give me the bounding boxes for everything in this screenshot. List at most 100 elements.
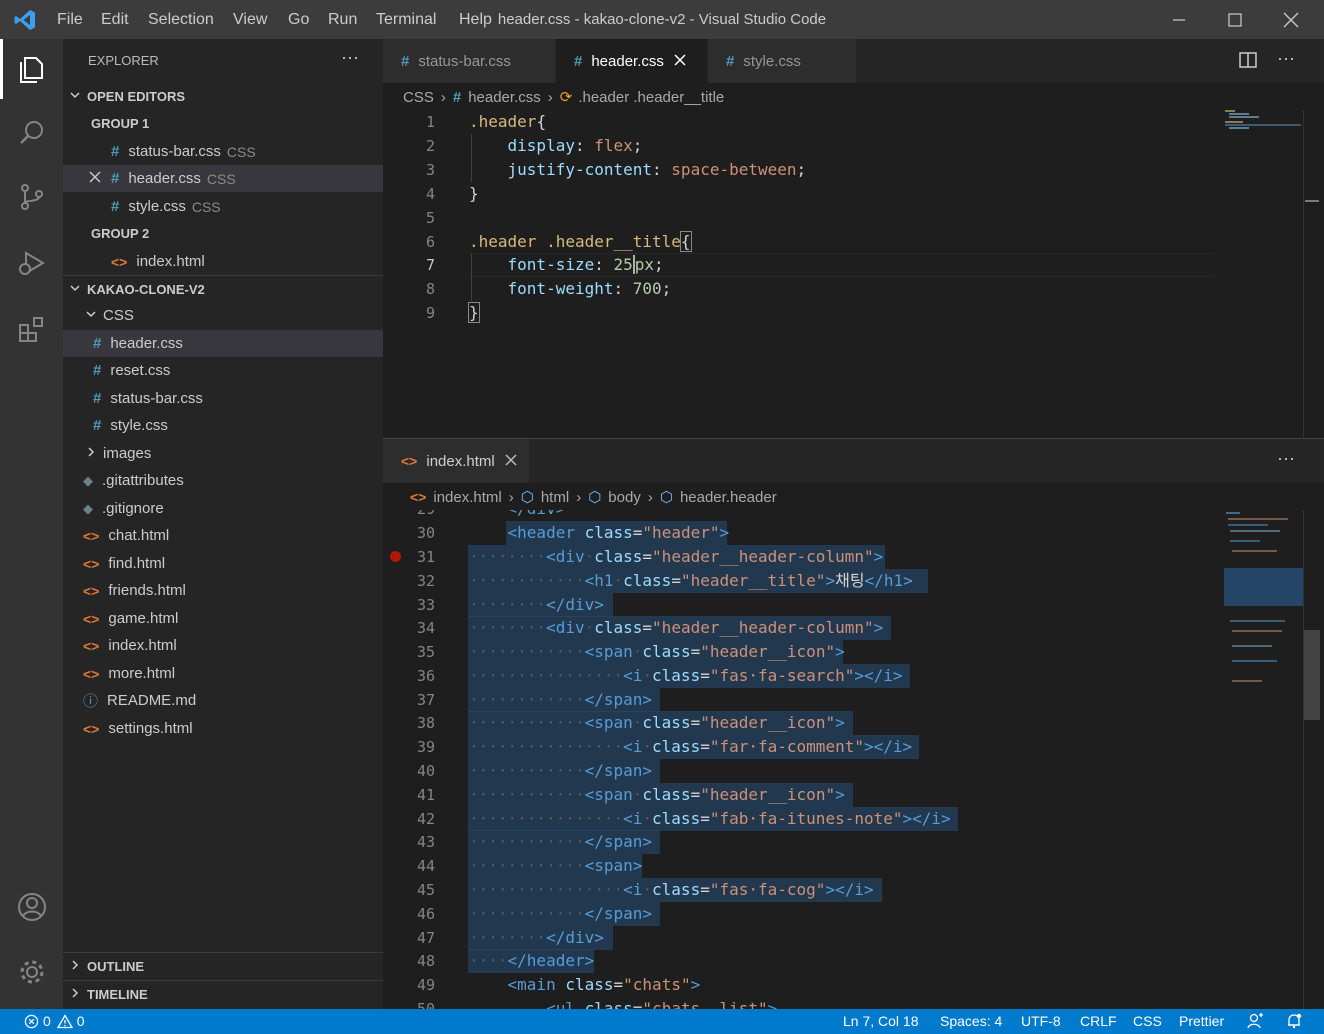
tab-header-css[interactable]: # header.css [556, 39, 707, 83]
minimap[interactable] [1224, 510, 1304, 710]
file-item[interactable]: <> friends.html [63, 577, 383, 604]
editor-more-button[interactable]: ··· [1277, 448, 1295, 469]
account-icon[interactable] [0, 879, 63, 935]
menu-run[interactable]: Run [328, 11, 357, 29]
close-editor-icon[interactable] [89, 170, 111, 187]
breadcrumb-item[interactable]: index.html [433, 489, 501, 506]
close-window-button[interactable] [1263, 0, 1319, 39]
tab-status-bar-css[interactable]: # status-bar.css [383, 39, 555, 83]
css-file-icon: # [111, 143, 120, 160]
open-editor-item[interactable]: # status-bar.css CSS [63, 138, 383, 165]
open-editor-item[interactable]: <> index.html [63, 248, 383, 275]
language-mode[interactable]: CSS [1133, 1013, 1162, 1029]
file-item[interactable]: <> find.html [63, 550, 383, 577]
css-file-icon: # [452, 88, 462, 106]
editor-more-button[interactable]: ··· [1277, 48, 1295, 69]
error-icon [24, 1014, 39, 1028]
code-line: ········</div> [469, 928, 604, 947]
line-endings[interactable]: CRLF [1080, 1013, 1117, 1029]
encoding[interactable]: UTF-8 [1021, 1013, 1061, 1029]
file-item[interactable]: ◆ .gitattributes [63, 467, 383, 494]
file-item[interactable]: # status-bar.css [63, 385, 383, 412]
explorer-icon[interactable] [0, 41, 63, 97]
line-number: 1 [425, 113, 435, 131]
indentation[interactable]: Spaces: 4 [940, 1013, 1002, 1029]
scrollbar-track[interactable] [1303, 510, 1304, 1009]
menu-selection[interactable]: Selection [148, 11, 214, 29]
folder-images[interactable]: images [63, 440, 383, 467]
menu-terminal[interactable]: Terminal [376, 11, 436, 29]
split-editor-icon[interactable] [1238, 50, 1258, 74]
timeline-header[interactable]: TIMELINE [63, 981, 383, 1008]
line-number: 39 [416, 738, 435, 756]
outline-header[interactable]: OUTLINE [63, 953, 383, 980]
top-code-editor[interactable]: 1 2 3 4 5 6 7 8 9 .header{ display: flex… [383, 110, 1324, 438]
settings-gear-icon[interactable] [0, 944, 63, 1000]
breadcrumb-item[interactable]: body [608, 489, 641, 506]
chevron-down-icon [69, 88, 87, 105]
group1-header[interactable]: GROUP 1 [63, 110, 383, 137]
source-control-icon[interactable] [0, 169, 63, 225]
group2-header[interactable]: GROUP 2 [63, 220, 383, 247]
explorer-title: EXPLORER [88, 53, 159, 68]
file-name: friends.html [108, 582, 186, 599]
line-number: 41 [416, 786, 435, 804]
maximize-button[interactable] [1207, 0, 1263, 39]
menu-file[interactable]: File [57, 11, 83, 29]
open-editors-header[interactable]: OPEN EDITORS [63, 83, 383, 110]
menu-view[interactable]: View [233, 11, 267, 29]
feedback-icon[interactable] [1247, 1012, 1265, 1033]
notifications-bell-icon[interactable] [1285, 1012, 1303, 1033]
folder-css[interactable]: CSS [63, 302, 383, 329]
file-item[interactable]: <> game.html [63, 605, 383, 632]
minimap[interactable] [1225, 110, 1303, 130]
menu-go[interactable]: Go [288, 11, 309, 29]
problems-indicator[interactable]: 0 0 [24, 1013, 85, 1029]
open-editor-item[interactable]: # style.css CSS [63, 193, 383, 220]
run-debug-icon[interactable] [0, 235, 63, 291]
file-item[interactable]: ⓘ README.md [63, 687, 383, 714]
file-item[interactable]: <> chat.html [63, 522, 383, 549]
code-line: <ul class="chats__list"> [546, 999, 778, 1009]
search-icon[interactable] [0, 105, 63, 161]
code-line: ········<div·class="header__header-colum… [469, 547, 884, 566]
open-editor-item-active[interactable]: # header.css CSS [63, 165, 383, 192]
file-item-active[interactable]: # header.css [63, 330, 383, 357]
file-item[interactable]: # reset.css [63, 357, 383, 384]
scrollbar-thumb[interactable] [1304, 630, 1320, 720]
file-item[interactable]: <> settings.html [63, 715, 383, 742]
explorer-more-button[interactable]: ··· [341, 47, 359, 68]
menu-edit[interactable]: Edit [101, 11, 129, 29]
project-header[interactable]: KAKAO-CLONE-V2 [63, 276, 383, 303]
line-number: 44 [416, 857, 435, 875]
bottom-code-editor[interactable]: 29 30 31 32 33 34 35 36 37 38 39 40 41 4… [383, 510, 1324, 1009]
html-file-icon: <> [83, 720, 100, 737]
file-item[interactable]: # style.css [63, 412, 383, 439]
explorer-sidebar: EXPLORER ··· OPEN EDITORS GROUP 1 # stat… [63, 39, 383, 1009]
file-item[interactable]: <> index.html [63, 632, 383, 659]
top-breadcrumb: CSS › # header.css › ⟳ .header .header__… [403, 87, 724, 107]
breadcrumb-item[interactable]: CSS [403, 89, 434, 106]
tab-style-css[interactable]: # style.css [708, 39, 856, 83]
code-line: ················<i·class="far·fa-comment… [469, 737, 913, 756]
tab-index-html[interactable]: <> index.html [383, 439, 529, 483]
file-item[interactable]: ◆ .gitignore [63, 495, 383, 522]
breadcrumb-item[interactable]: header.header [680, 489, 777, 506]
cursor-position[interactable]: Ln 7, Col 18 [843, 1013, 919, 1029]
tab-close-icon[interactable] [505, 453, 517, 470]
formatter[interactable]: Prettier [1179, 1013, 1224, 1029]
minimize-button[interactable] [1151, 0, 1207, 39]
menu-help[interactable]: Help [459, 11, 492, 29]
tab-close-icon[interactable] [674, 53, 686, 70]
scrollbar-track[interactable] [1303, 110, 1304, 438]
file-item[interactable]: <> more.html [63, 660, 383, 687]
extensions-icon[interactable] [0, 301, 63, 357]
file-name: index.html [108, 637, 177, 654]
breadcrumb-item[interactable]: .header .header__title [578, 89, 724, 106]
chevron-right-icon: › [508, 488, 514, 506]
file-name: .gitignore [102, 500, 164, 517]
breadcrumb-item[interactable]: header.css [468, 89, 541, 106]
tab-label: header.css [591, 52, 664, 70]
breadcrumb-item[interactable]: html [541, 489, 569, 506]
chevron-right-icon: › [576, 488, 582, 506]
